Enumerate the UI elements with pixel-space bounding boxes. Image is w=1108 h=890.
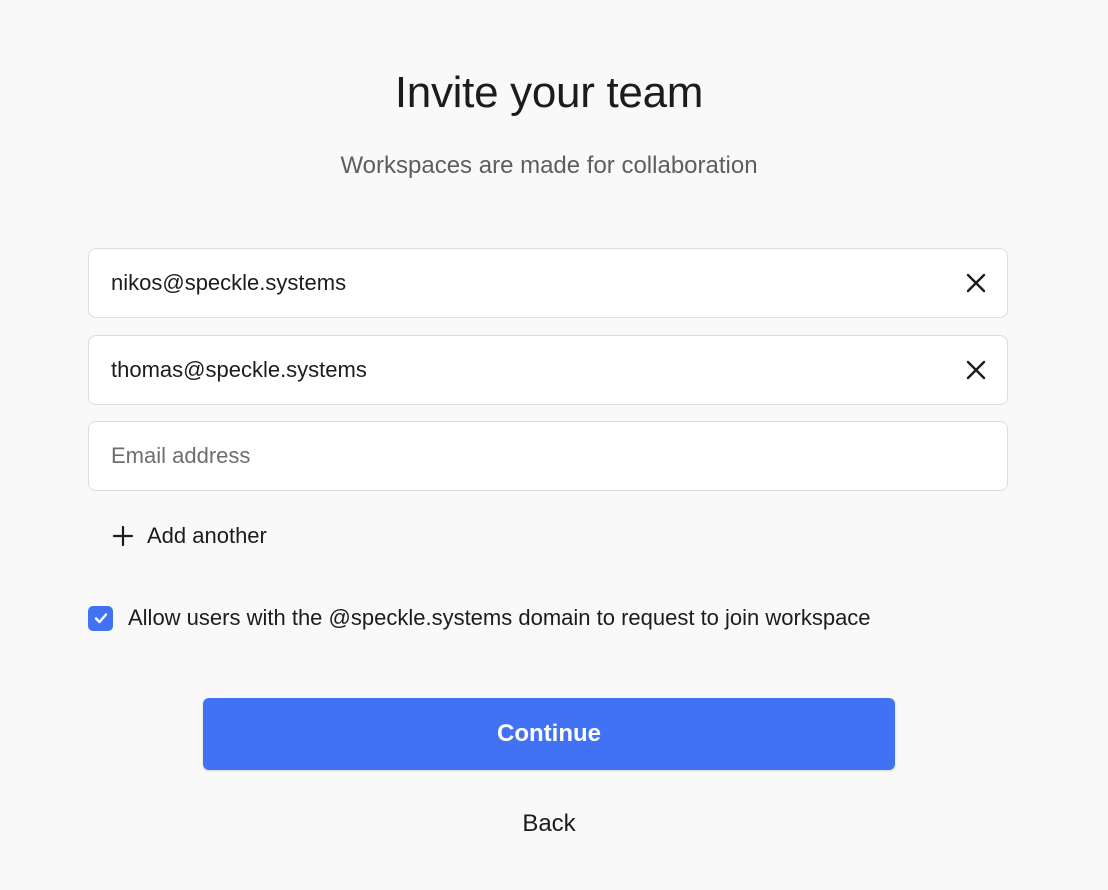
check-icon bbox=[94, 613, 107, 624]
add-another-label: Add another bbox=[147, 523, 267, 548]
invite-email-field-2 bbox=[88, 335, 1008, 405]
domain-join-checkbox[interactable] bbox=[88, 605, 113, 631]
plus-icon bbox=[112, 525, 134, 547]
remove-email-2-button[interactable] bbox=[965, 359, 987, 381]
close-icon bbox=[966, 360, 986, 380]
page-subtitle: Workspaces are made for collaboration bbox=[340, 152, 758, 179]
domain-join-label: Allow users with the @speckle.systems do… bbox=[128, 605, 871, 630]
email-input-1[interactable] bbox=[111, 249, 931, 317]
page-title: Invite your team bbox=[394, 68, 704, 117]
domain-join-option: Allow users with the @speckle.systems do… bbox=[88, 605, 871, 631]
continue-button[interactable]: Continue bbox=[203, 698, 895, 770]
invite-team-page: Invite your team Workspaces are made for… bbox=[0, 0, 1108, 890]
back-button[interactable]: Back bbox=[0, 810, 1098, 838]
close-icon bbox=[966, 273, 986, 293]
invite-email-field-3 bbox=[88, 421, 1008, 491]
remove-email-1-button[interactable] bbox=[965, 272, 987, 294]
invite-email-field-1 bbox=[88, 248, 1008, 318]
email-input-2[interactable] bbox=[111, 336, 931, 404]
add-another-button[interactable]: Add another bbox=[112, 520, 267, 552]
email-input-3[interactable] bbox=[111, 422, 931, 490]
